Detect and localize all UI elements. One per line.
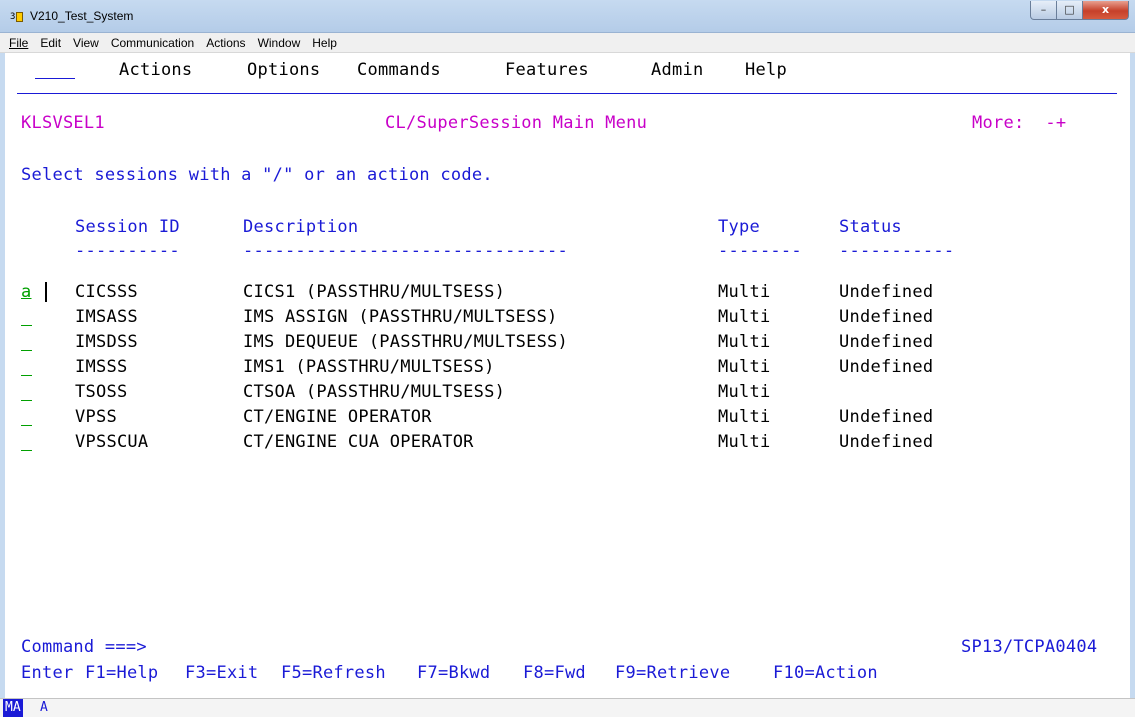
oia-mode: MA bbox=[3, 699, 23, 717]
session-type: Multi bbox=[718, 332, 771, 352]
session-type: Multi bbox=[718, 307, 771, 327]
key-f8-fwd[interactable]: F8=Fwd bbox=[523, 663, 586, 683]
row-select-field[interactable] bbox=[21, 350, 32, 351]
action-bar-admin[interactable]: Admin bbox=[651, 60, 703, 80]
col-status-dashes: ----------- bbox=[839, 241, 955, 261]
oia-indicator: A bbox=[40, 700, 48, 715]
col-status: Status bbox=[839, 217, 902, 237]
panel-id: KLSVSEL1 bbox=[21, 113, 105, 133]
key-f10-action[interactable]: F10=Action bbox=[773, 663, 878, 683]
session-id: VPSSCUA bbox=[75, 432, 149, 452]
session-description: CICS1 (PASSTHRU/MULTSESS) bbox=[243, 282, 506, 302]
more-indicator: More: -+ bbox=[972, 113, 1067, 133]
text-cursor bbox=[45, 282, 47, 302]
session-type: Multi bbox=[718, 282, 771, 302]
menu-window[interactable]: Window bbox=[258, 36, 301, 50]
action-bar-features[interactable]: Features bbox=[505, 60, 589, 80]
action-bar-input[interactable] bbox=[35, 78, 75, 79]
maximize-button[interactable]: □ bbox=[1057, 1, 1083, 20]
menu-view[interactable]: View bbox=[73, 36, 99, 50]
session-description: CTSOA (PASSTHRU/MULTSESS) bbox=[243, 382, 506, 402]
terminal-app-icon[interactable]: 3 bbox=[10, 10, 28, 24]
row-select-field[interactable] bbox=[21, 325, 32, 326]
session-type: Multi bbox=[718, 432, 771, 452]
close-button[interactable]: x bbox=[1083, 1, 1129, 20]
menu-help[interactable]: Help bbox=[312, 36, 337, 50]
session-id: IMSDSS bbox=[75, 332, 138, 352]
session-id: VPSS bbox=[75, 407, 117, 427]
key-enter[interactable]: Enter bbox=[21, 663, 73, 683]
menu-communication[interactable]: Communication bbox=[111, 36, 194, 50]
session-status: Undefined bbox=[839, 407, 934, 427]
session-status: Undefined bbox=[839, 357, 934, 377]
action-bar-help[interactable]: Help bbox=[745, 60, 787, 80]
row-select-field[interactable] bbox=[21, 450, 32, 451]
window-menu-bar: File Edit View Communication Actions Win… bbox=[0, 33, 1135, 53]
session-description: IMS1 (PASSTHRU/MULTSESS) bbox=[243, 357, 495, 377]
key-f9-retrieve[interactable]: F9=Retrieve bbox=[615, 663, 730, 683]
col-description-dashes: ------------------------------- bbox=[243, 241, 569, 261]
session-status: Undefined bbox=[839, 432, 934, 452]
col-type-dashes: -------- bbox=[718, 241, 802, 261]
terminal-screen[interactable]: Actions Options Commands Features Admin … bbox=[0, 53, 1135, 708]
command-prompt: Command ===> bbox=[21, 637, 147, 657]
session-description: CT/ENGINE CUA OPERATOR bbox=[243, 432, 474, 452]
instruction-text: Select sessions with a "/" or an action … bbox=[21, 165, 493, 185]
system-id: SP13/TCPA0404 bbox=[961, 637, 1098, 657]
session-status: Undefined bbox=[839, 307, 934, 327]
session-status: Undefined bbox=[839, 332, 934, 352]
menu-actions[interactable]: Actions bbox=[206, 36, 245, 50]
session-id: IMSSS bbox=[75, 357, 128, 377]
row-select-field[interactable] bbox=[21, 400, 32, 401]
key-f3-exit[interactable]: F3=Exit bbox=[185, 663, 258, 683]
session-id: TSOSS bbox=[75, 382, 128, 402]
window-controls: – □ x bbox=[1030, 1, 1129, 20]
session-id: CICSSS bbox=[75, 282, 138, 302]
operator-info-area: MA A bbox=[0, 698, 1135, 717]
session-description: IMS DEQUEUE (PASSTHRU/MULTSESS) bbox=[243, 332, 569, 352]
session-description: CT/ENGINE OPERATOR bbox=[243, 407, 432, 427]
col-session-id-dashes: ---------- bbox=[75, 241, 180, 261]
minimize-button[interactable]: – bbox=[1030, 1, 1057, 20]
window-title: V210_Test_System bbox=[30, 9, 134, 23]
session-type: Multi bbox=[718, 407, 771, 427]
session-description: IMS ASSIGN (PASSTHRU/MULTSESS) bbox=[243, 307, 558, 327]
col-session-id: Session ID bbox=[75, 217, 180, 237]
action-bar-divider bbox=[17, 93, 1117, 94]
session-type: Multi bbox=[718, 382, 771, 402]
window-title-bar[interactable]: 3 V210_Test_System – □ x bbox=[0, 0, 1135, 33]
session-status: Undefined bbox=[839, 282, 934, 302]
session-type: Multi bbox=[718, 357, 771, 377]
panel-title: CL/SuperSession Main Menu bbox=[385, 113, 648, 133]
session-id: IMSASS bbox=[75, 307, 138, 327]
key-f7-bkwd[interactable]: F7=Bkwd bbox=[417, 663, 490, 683]
key-f5-refresh[interactable]: F5=Refresh bbox=[281, 663, 386, 683]
row-select-field[interactable] bbox=[21, 425, 32, 426]
action-bar-options[interactable]: Options bbox=[247, 60, 320, 80]
menu-file[interactable]: File bbox=[9, 36, 28, 50]
command-input[interactable] bbox=[155, 637, 775, 657]
key-f1-help[interactable]: F1=Help bbox=[85, 663, 158, 683]
col-type: Type bbox=[718, 217, 760, 237]
action-bar-actions[interactable]: Actions bbox=[119, 60, 192, 80]
row-select-field[interactable]: a bbox=[21, 282, 32, 302]
col-description: Description bbox=[243, 217, 359, 237]
row-select-field[interactable] bbox=[21, 375, 32, 376]
action-bar-commands[interactable]: Commands bbox=[357, 60, 441, 80]
menu-edit[interactable]: Edit bbox=[40, 36, 61, 50]
